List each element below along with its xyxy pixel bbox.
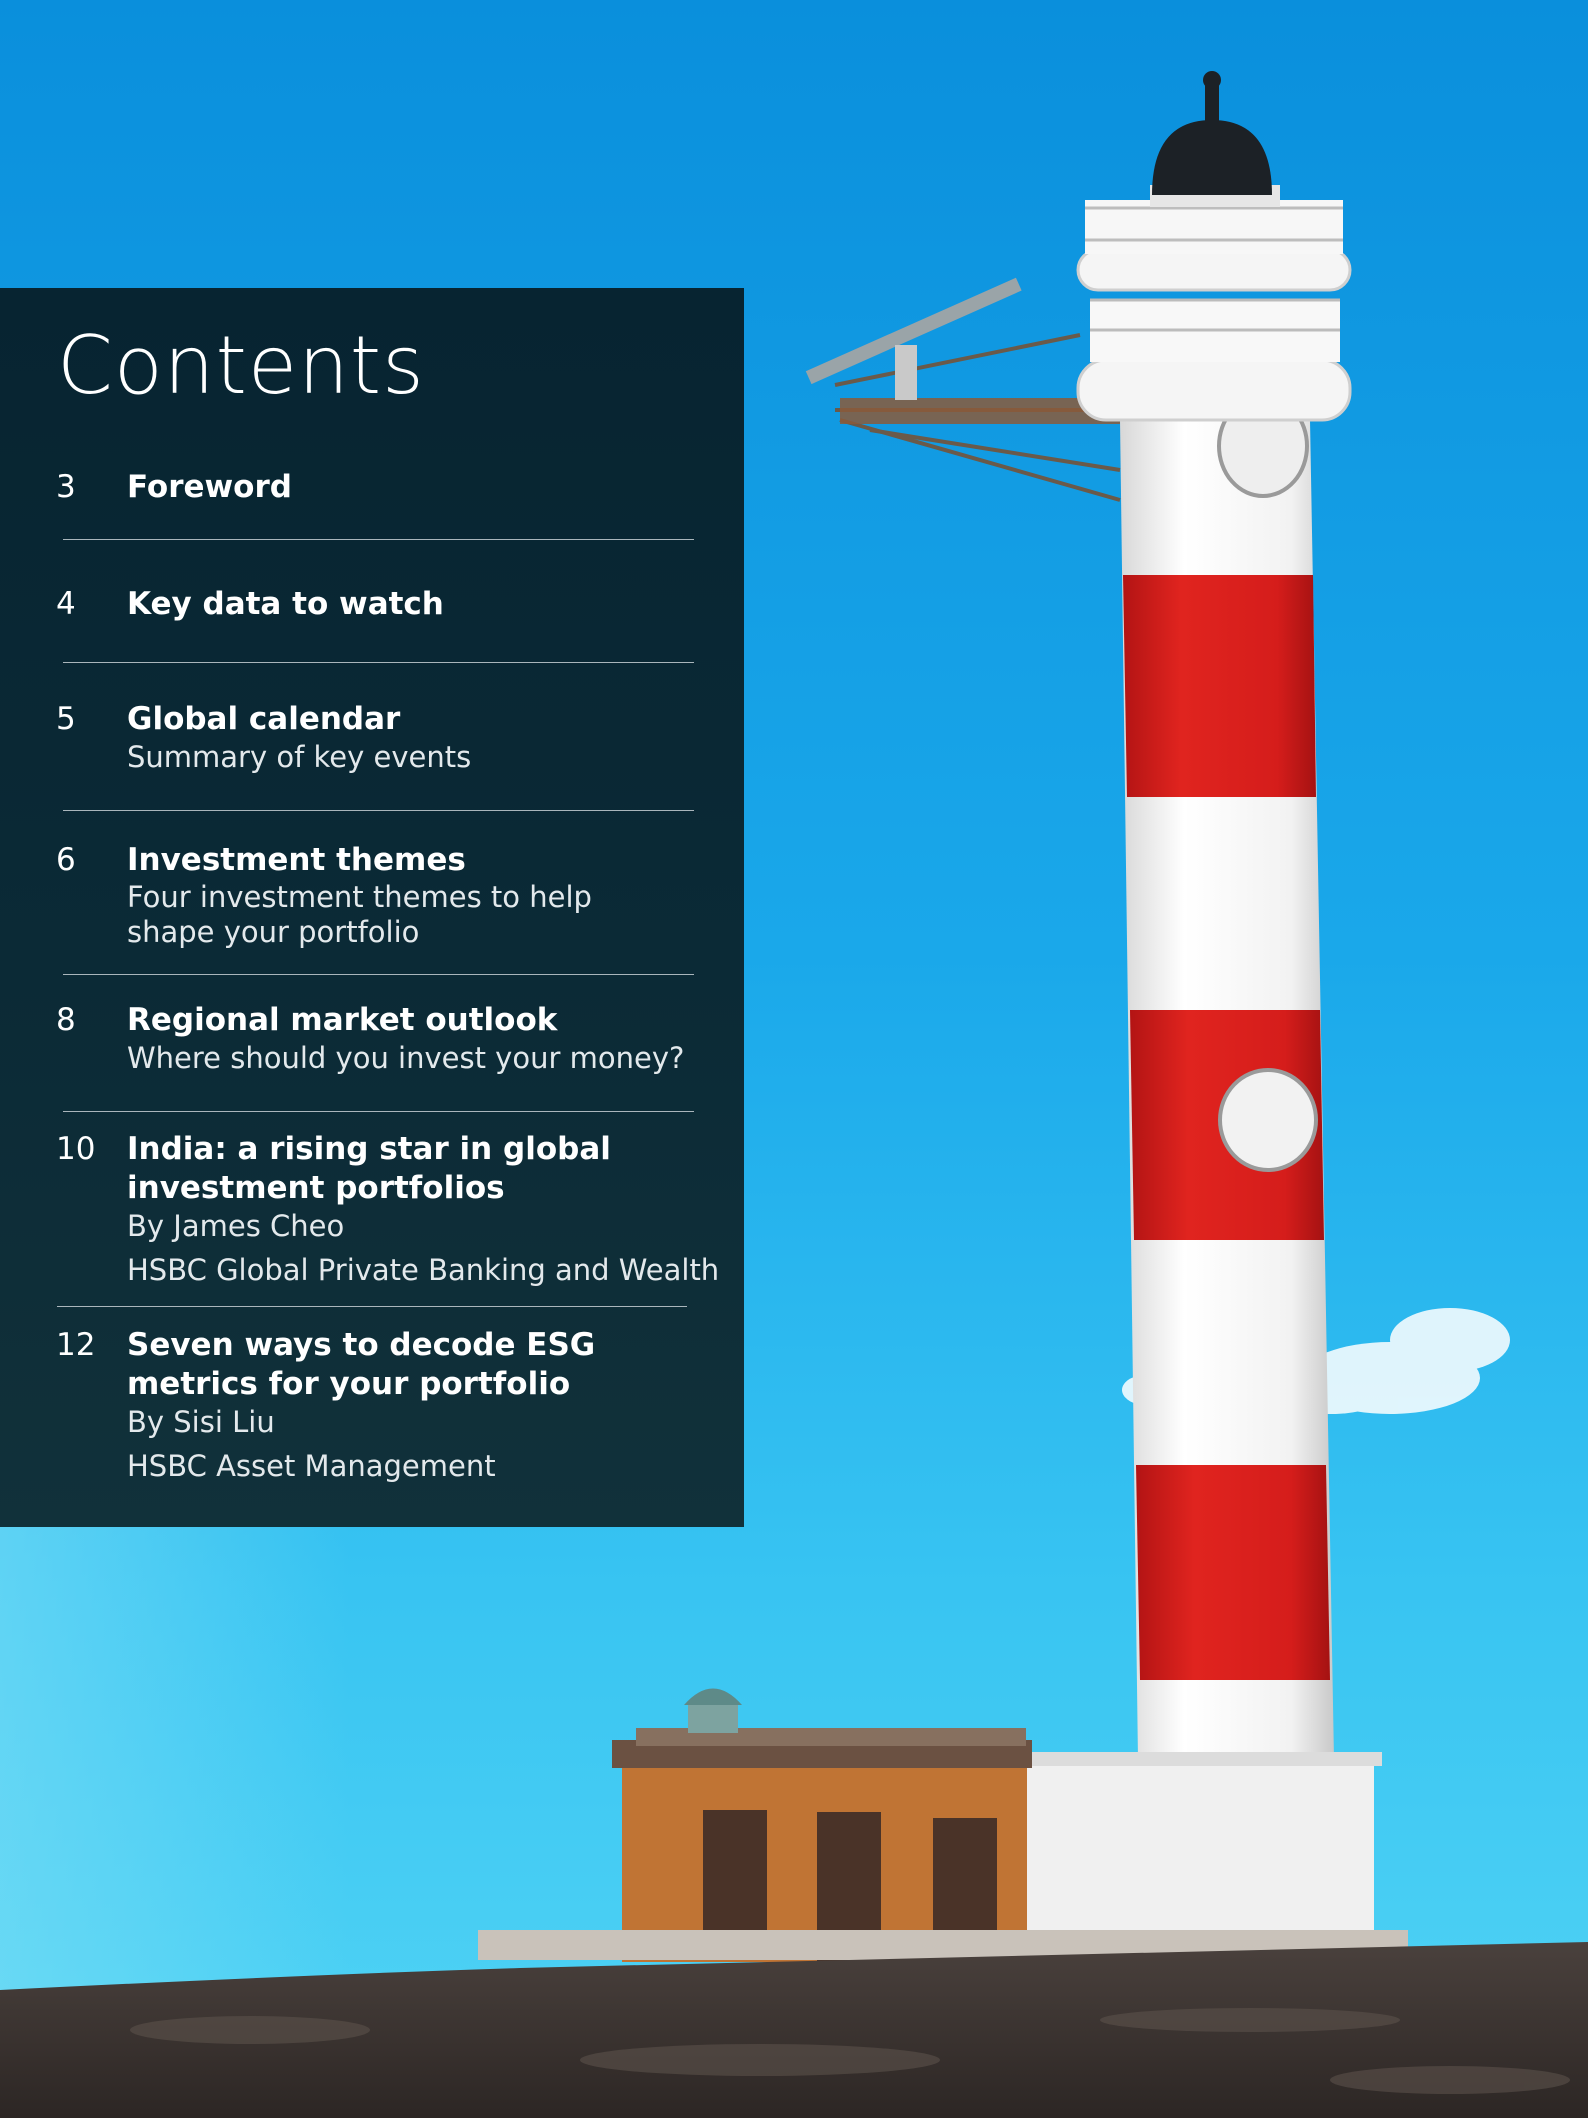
toc-title: Seven ways to decode ESG metrics for you… [127,1327,596,1402]
contents-heading: Contents [57,319,425,412]
toc-author: By James Cheo [127,1209,345,1243]
toc-affiliation: HSBC Asset Management [127,1449,496,1483]
toc-title: Global calendar [127,701,401,737]
toc-title: Foreword [127,469,292,505]
toc-page-number: 10 [56,1131,96,1167]
divider [63,539,694,540]
toc-page-number: 12 [56,1327,96,1363]
toc-page-number: 6 [56,842,76,878]
toc-subtitle: Four investment themes to help [127,880,592,914]
toc-page-number: 4 [56,586,76,622]
toc-title: Regional market outlook [127,1002,558,1038]
toc-affiliation: HSBC Global Private Banking and Wealth [127,1253,720,1287]
toc-page-number: 3 [56,469,76,505]
toc-title: Investment themes [127,842,466,878]
divider [63,1111,694,1112]
toc-subtitle: shape your portfolio [127,915,420,949]
divider [63,662,694,663]
toc-subtitle: Where should you invest your money? [127,1041,685,1075]
divider [63,810,694,811]
toc-subtitle: Summary of key events [127,740,472,774]
divider [57,1306,687,1307]
divider [63,974,694,975]
toc-title: India: a rising star in global investmen… [127,1131,611,1206]
toc-page-number: 5 [56,701,76,737]
contents-panel: Contents 3 Foreword 4 Key data to watch … [0,288,744,1527]
toc-page-number: 8 [56,1002,76,1038]
toc-title: Key data to watch [127,586,444,622]
toc-author: By Sisi Liu [127,1405,275,1439]
